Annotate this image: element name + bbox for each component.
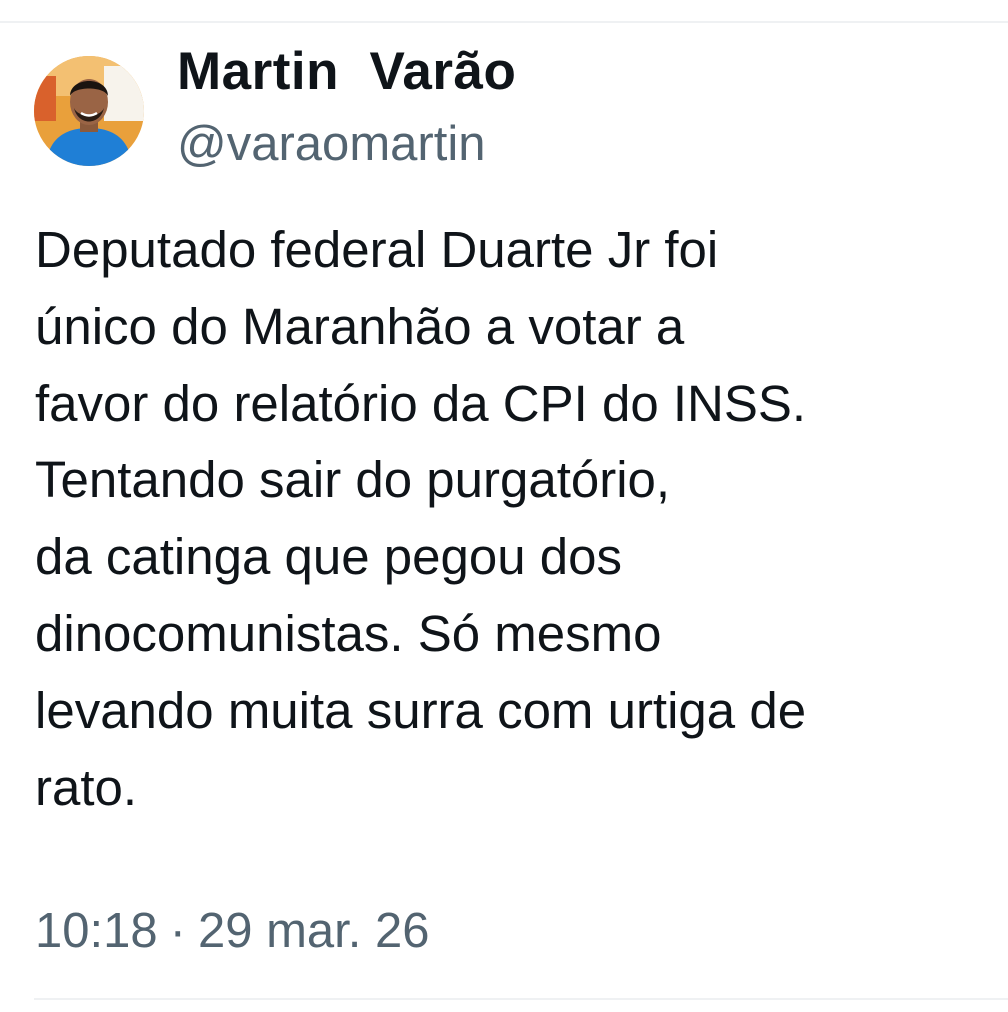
tweet-line: da catinga que pegou dos <box>35 528 622 586</box>
tweet-line: rato. <box>35 758 138 816</box>
tweet-line: único do Maranhão a votar a <box>35 297 685 355</box>
tweet-timestamp[interactable]: 10:18 · 29 mar. 26 <box>35 901 429 961</box>
tweet-text: Deputado federal Duarte Jr foi único do … <box>35 212 1008 826</box>
author-name[interactable]: Martin Varão <box>177 40 516 104</box>
tweet-line: Tentando sair do purgatório, <box>35 451 671 509</box>
tweet-line: levando muita surra com urtiga de <box>35 681 807 739</box>
avatar[interactable] <box>34 56 144 166</box>
tweet-date: 29 mar. 26 <box>197 904 430 958</box>
top-divider <box>0 21 1008 23</box>
bottom-divider <box>34 998 1008 1000</box>
tweet-time: 10:18 <box>35 904 158 958</box>
author-handle[interactable]: @varaomartin <box>177 114 485 174</box>
timestamp-separator: · <box>169 904 186 958</box>
tweet-line: dinocomunistas. Só mesmo <box>35 604 662 662</box>
profile-photo-icon <box>34 56 144 166</box>
tweet-line: Deputado federal Duarte Jr foi <box>35 221 719 278</box>
tweet-line: favor do relatório da CPI do INSS. <box>35 374 807 432</box>
